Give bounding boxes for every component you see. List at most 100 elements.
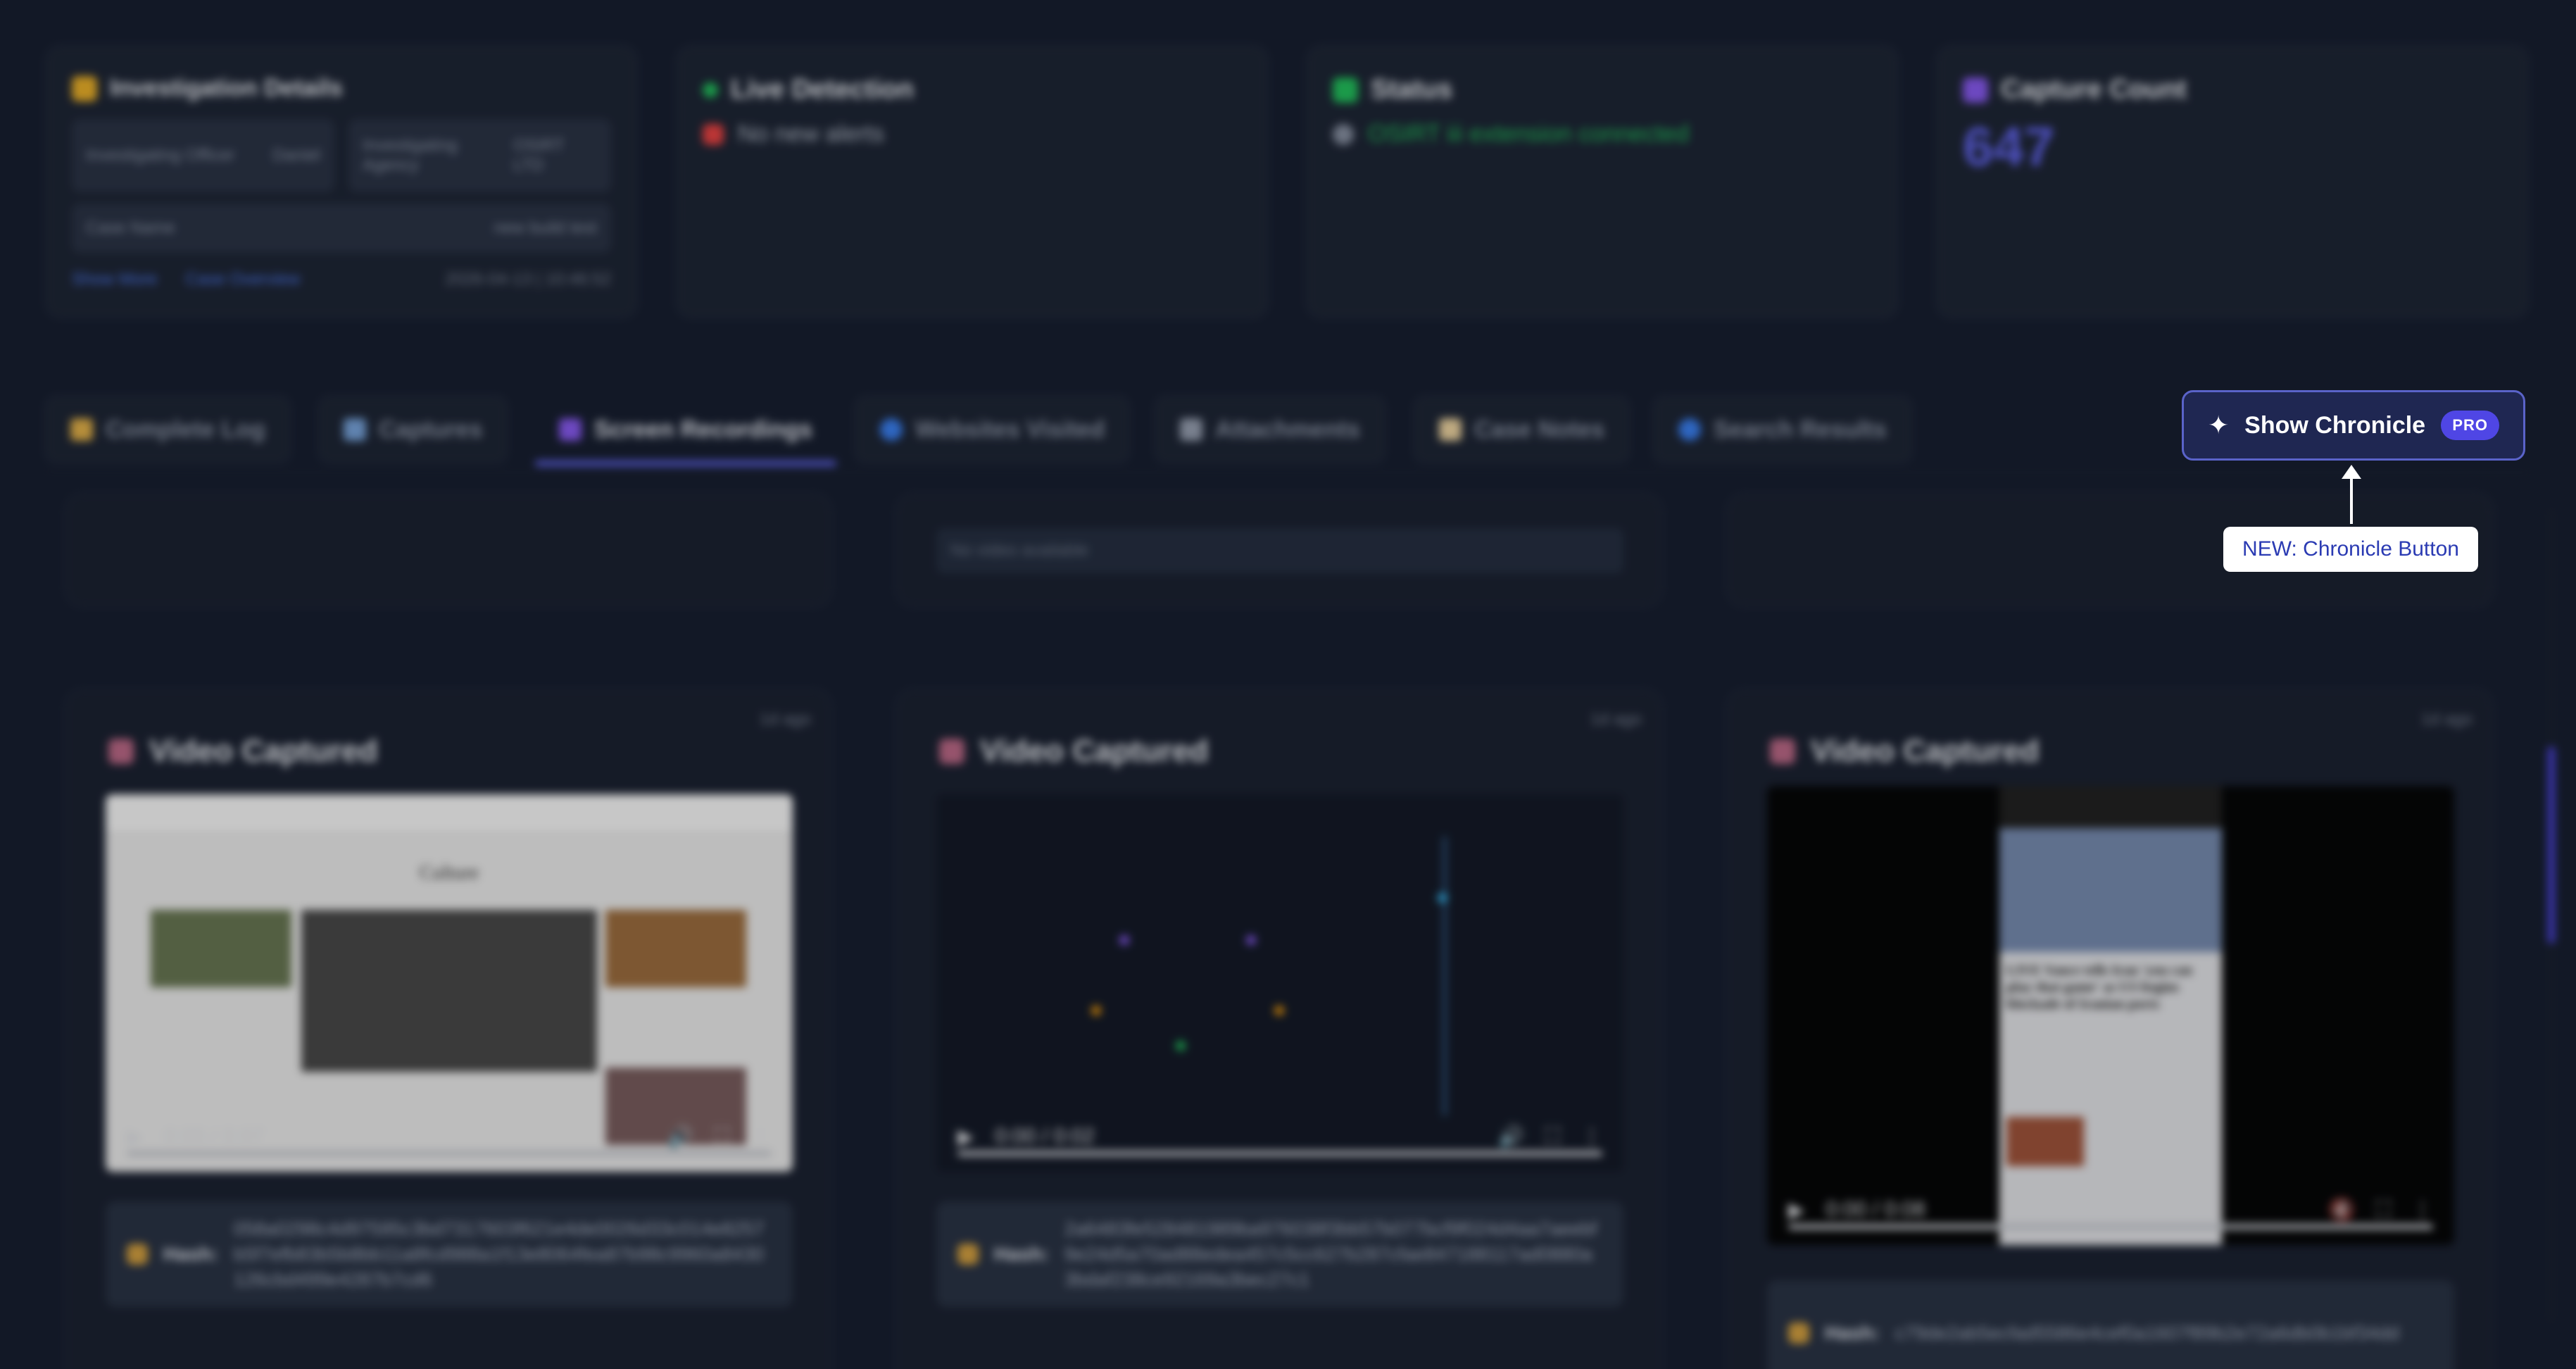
video-title: Video Captured bbox=[1811, 734, 2040, 768]
timeline-point bbox=[1274, 1006, 1284, 1015]
search-icon bbox=[1678, 418, 1701, 441]
video-title: Video Captured bbox=[980, 734, 1209, 768]
thumbnail-image bbox=[301, 910, 597, 1072]
tab-divider bbox=[45, 472, 2530, 473]
timeline-point bbox=[1438, 893, 1447, 903]
progress-bar[interactable] bbox=[127, 1151, 772, 1156]
previous-card-2: No video available bbox=[896, 493, 1663, 607]
live-detection-card: Live Detection No new alerts bbox=[676, 45, 1269, 318]
folder-icon bbox=[72, 75, 97, 101]
video-card-3: 1d ago Video Captured LIVE Vance tells I… bbox=[1726, 689, 2494, 1369]
camera-icon bbox=[1963, 77, 1988, 103]
key-icon bbox=[957, 1244, 979, 1265]
show-chronicle-label: Show Chronicle bbox=[2244, 411, 2426, 439]
hash-label: Hash: bbox=[163, 1243, 218, 1265]
show-more-link[interactable]: Show More bbox=[72, 270, 157, 289]
tab-captures[interactable]: Captures bbox=[318, 396, 508, 463]
player-time: 0:00 / 0:02 bbox=[995, 1125, 1095, 1148]
play-icon[interactable]: ▶ bbox=[957, 1125, 974, 1149]
fullscreen-icon[interactable]: ⛶ bbox=[715, 1125, 729, 1149]
play-icon[interactable]: ▶ bbox=[1788, 1198, 1804, 1223]
player-time: 0:00 / 0:07 bbox=[164, 1125, 264, 1148]
investigation-timestamp: 2026-04-13 | 10:46:52 bbox=[445, 270, 611, 289]
tab-websites-visited[interactable]: Websites Visited bbox=[855, 396, 1130, 463]
volume-icon[interactable]: 🔇 bbox=[2329, 1198, 2355, 1223]
tab-attachments[interactable]: Attachments bbox=[1155, 396, 1386, 463]
more-options-icon[interactable]: ⋮ bbox=[750, 1125, 772, 1149]
app-window: Investigation Details Investigating Offi… bbox=[0, 0, 2576, 1369]
case-overview-link[interactable]: Case Overview bbox=[185, 270, 300, 289]
key-icon bbox=[127, 1244, 148, 1265]
previous-card-1 bbox=[65, 493, 832, 607]
more-options-icon[interactable]: ⋮ bbox=[2412, 1198, 2433, 1223]
timeline-point bbox=[1246, 935, 1256, 945]
mobile-status-bar bbox=[1999, 786, 2222, 828]
live-dot-icon bbox=[703, 82, 718, 98]
fullscreen-icon[interactable]: ⛶ bbox=[2376, 1198, 2391, 1222]
volume-icon[interactable]: 🔊 bbox=[667, 1125, 693, 1149]
hash-label: Hash: bbox=[994, 1243, 1049, 1265]
investigation-card: Investigation Details Investigating Offi… bbox=[45, 45, 638, 318]
more-options-icon[interactable]: ⋮ bbox=[1581, 1125, 1602, 1149]
live-detection-message: No new alerts bbox=[738, 120, 884, 147]
alert-light-icon bbox=[703, 123, 724, 145]
video-time: 1d ago bbox=[2420, 710, 2473, 729]
timeline-point bbox=[1091, 1006, 1101, 1015]
hash-value: 058a0298c4d97595c3bd7317603f621e4de0026d… bbox=[233, 1218, 765, 1290]
play-icon[interactable]: ▶ bbox=[127, 1125, 143, 1149]
video-player[interactable]: ▶ 0:00 / 0:02 🔊 ⛶ ⋮ bbox=[936, 794, 1623, 1172]
video-player[interactable]: Culture ▶ 0:00 / 0:07 🔊 ⛶ ⋮ bbox=[106, 794, 793, 1172]
progress-bar[interactable] bbox=[1788, 1224, 2433, 1230]
progress-bar[interactable] bbox=[957, 1151, 1602, 1156]
globe-icon bbox=[880, 418, 903, 441]
volume-icon[interactable]: 🔊 bbox=[1498, 1125, 1524, 1149]
thumbnail-image bbox=[605, 910, 746, 987]
player-time: 0:00 / 0:08 bbox=[1826, 1198, 1925, 1221]
hash-box: Hash: 2a6483fe528481989ba976038f3bb57b07… bbox=[936, 1201, 1623, 1307]
timeline-point bbox=[1119, 935, 1129, 945]
video-time: 1d ago bbox=[759, 710, 811, 729]
tab-case-notes[interactable]: Case Notes bbox=[1414, 396, 1631, 463]
fullscreen-icon[interactable]: ⛶ bbox=[1545, 1125, 1560, 1149]
callout-arrow bbox=[2350, 472, 2353, 524]
status-title: Status bbox=[1371, 75, 1453, 104]
video-card-1: 1d ago Video Captured Culture ▶ 0:00 / 0… bbox=[65, 689, 832, 1369]
thumbnail-image bbox=[2006, 1117, 2084, 1166]
player-controls: ▶ 0:00 / 0:07 🔊 ⛶ ⋮ bbox=[106, 1101, 793, 1172]
case-name-field: Case Name new build test bbox=[72, 204, 611, 253]
capture-count-value: 647 bbox=[1963, 115, 2055, 177]
tab-search-results[interactable]: Search Results bbox=[1653, 396, 1912, 463]
thumbnail-heading: Culture bbox=[420, 862, 479, 884]
tab-screen-recordings[interactable]: Screen Recordings bbox=[534, 396, 838, 466]
video-camera-icon bbox=[1770, 739, 1795, 764]
photo-icon bbox=[344, 418, 366, 441]
video-time: 1d ago bbox=[1590, 710, 1642, 729]
checkbox-icon bbox=[1333, 77, 1358, 103]
video-camera-icon bbox=[108, 739, 134, 764]
video-player[interactable]: LIVE Vance tells Iran 'you can play that… bbox=[1767, 786, 2454, 1245]
live-detection-title: Live Detection bbox=[731, 75, 914, 104]
thumbnail-image bbox=[151, 910, 291, 987]
key-icon bbox=[1788, 1323, 1809, 1344]
timeline-cursor bbox=[1443, 837, 1446, 1115]
show-chronicle-button[interactable]: ✦ Show Chronicle PRO bbox=[2182, 390, 2525, 461]
pro-badge: PRO bbox=[2441, 411, 2499, 440]
no-video-message: No video available bbox=[936, 528, 1623, 573]
link-icon bbox=[1333, 123, 1354, 145]
thumbnail-headline: LIVE Vance tells Iran 'you can play that… bbox=[2006, 963, 2192, 1012]
note-icon bbox=[1439, 418, 1462, 441]
scrollbar-thumb[interactable] bbox=[2548, 746, 2555, 944]
sparkle-icon: ✦ bbox=[2208, 411, 2230, 439]
player-controls: ▶ 0:00 / 0:08 🔇 ⛶ ⋮ bbox=[1767, 1175, 2454, 1245]
tab-complete-log[interactable]: Complete Log bbox=[45, 396, 291, 463]
paperclip-icon bbox=[1180, 418, 1202, 441]
capture-count-title: Capture Count bbox=[2001, 75, 2187, 104]
ledger-icon bbox=[70, 418, 93, 441]
blurred-background: Investigation Details Investigating Offi… bbox=[0, 0, 2576, 1369]
status-message: OSIRT iii extension connected bbox=[1368, 120, 1690, 147]
hash-label: Hash: bbox=[1825, 1322, 1880, 1344]
hash-box: Hash: 058a0298c4d97595c3bd7317603f621e4d… bbox=[106, 1201, 793, 1307]
agency-field: Investigating Agency OSIRT LTD bbox=[348, 119, 611, 192]
video-card-2: 1d ago Video Captured ▶ 0:00 / 0:02 🔊 ⛶ … bbox=[896, 689, 1663, 1369]
new-feature-callout: NEW: Chronicle Button bbox=[2223, 527, 2478, 572]
